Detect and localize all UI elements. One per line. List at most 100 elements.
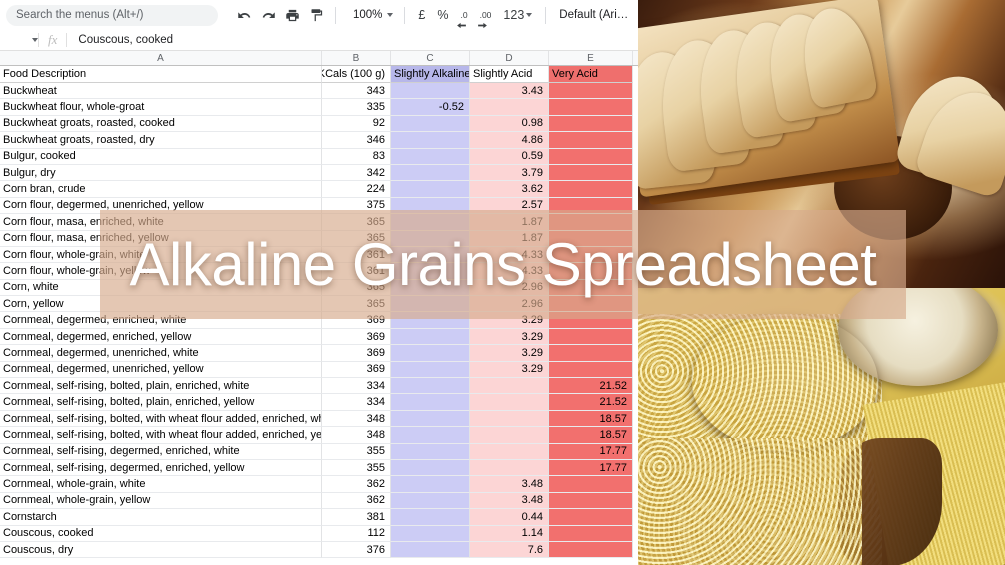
cell-kcals[interactable]: 355 xyxy=(322,459,391,477)
cell-slightly-acid[interactable]: 1.14 xyxy=(470,525,549,542)
cell-slightly-acid[interactable]: 0.98 xyxy=(470,115,549,133)
cell-food-description[interactable]: Cornmeal, self-rising, degermed, enriche… xyxy=(0,459,322,477)
cell-slightly-acid[interactable]: 7.6 xyxy=(470,541,549,559)
header-kcals[interactable]: KCals (100 g) xyxy=(322,66,391,83)
cell-slightly-alkaline[interactable] xyxy=(391,328,470,346)
cell-slightly-alkaline[interactable] xyxy=(391,492,470,510)
cell-food-description[interactable]: Buckwheat groats, roasted, cooked xyxy=(0,115,322,133)
cell-kcals[interactable]: 369 xyxy=(322,361,391,379)
cell-food-description[interactable]: Buckwheat flour, whole-groat xyxy=(0,99,322,116)
paint-format-icon[interactable] xyxy=(305,4,327,26)
cell-slightly-acid[interactable] xyxy=(470,410,549,428)
cell-slightly-alkaline[interactable] xyxy=(391,459,470,477)
cell-food-description[interactable]: Cornmeal, whole-grain, white xyxy=(0,476,322,493)
cell-slightly-alkaline[interactable] xyxy=(391,378,470,395)
cell-kcals[interactable]: 83 xyxy=(322,148,391,165)
cell-slightly-acid[interactable] xyxy=(470,443,549,460)
function-icon[interactable]: fx xyxy=(48,32,57,48)
cell-very-acid[interactable] xyxy=(549,181,633,198)
cell-slightly-alkaline[interactable] xyxy=(391,427,470,444)
cell-slightly-acid[interactable]: 0.59 xyxy=(470,148,549,165)
cell-kcals[interactable]: 369 xyxy=(322,328,391,346)
cell-very-acid[interactable]: 18.57 xyxy=(549,410,633,428)
percent-format-button[interactable]: % xyxy=(431,8,454,22)
cell-food-description[interactable]: Bulgur, cooked xyxy=(0,148,322,165)
cell-food-description[interactable]: Cornstarch xyxy=(0,509,322,526)
cell-slightly-alkaline[interactable] xyxy=(391,509,470,526)
column-header-b[interactable]: B xyxy=(322,51,391,65)
cell-food-description[interactable]: Cornmeal, self-rising, bolted, with whea… xyxy=(0,410,322,428)
cell-very-acid[interactable]: 17.77 xyxy=(549,459,633,477)
cell-food-description[interactable]: Cornmeal, self-rising, bolted, plain, en… xyxy=(0,394,322,411)
cell-slightly-alkaline[interactable] xyxy=(391,148,470,165)
redo-icon[interactable] xyxy=(257,4,279,26)
cell-slightly-acid[interactable]: 3.48 xyxy=(470,492,549,510)
cell-slightly-acid[interactable]: 3.29 xyxy=(470,328,549,346)
cell-very-acid[interactable]: 17.77 xyxy=(549,443,633,460)
cell-very-acid[interactable]: 21.52 xyxy=(549,394,633,411)
header-food-description[interactable]: Food Description xyxy=(0,66,322,83)
cell-very-acid[interactable] xyxy=(549,541,633,559)
cell-slightly-acid[interactable] xyxy=(470,99,549,116)
cell-very-acid[interactable]: 21.52 xyxy=(549,378,633,395)
cell-slightly-acid[interactable] xyxy=(470,378,549,395)
cell-food-description[interactable]: Cornmeal, degermed, enriched, yellow xyxy=(0,328,322,346)
cell-very-acid[interactable] xyxy=(549,83,633,100)
cell-food-description[interactable]: Buckwheat groats, roasted, dry xyxy=(0,132,322,149)
cell-slightly-alkaline[interactable] xyxy=(391,345,470,362)
cell-slightly-alkaline[interactable] xyxy=(391,541,470,559)
cell-food-description[interactable]: Cornmeal, degermed, unenriched, white xyxy=(0,345,322,362)
cell-very-acid[interactable] xyxy=(549,476,633,493)
cell-very-acid[interactable] xyxy=(549,509,633,526)
search-input[interactable]: Search the menus (Alt+/) xyxy=(6,4,218,26)
cell-kcals[interactable]: 342 xyxy=(322,164,391,182)
cell-slightly-alkaline[interactable] xyxy=(391,83,470,100)
column-header-e[interactable]: E xyxy=(549,51,633,65)
cell-very-acid[interactable] xyxy=(549,345,633,362)
cell-slightly-acid[interactable]: 4.86 xyxy=(470,132,549,149)
cell-very-acid[interactable] xyxy=(549,328,633,346)
cell-food-description[interactable]: Cornmeal, degermed, unenriched, yellow xyxy=(0,361,322,379)
cell-kcals[interactable]: 92 xyxy=(322,115,391,133)
cell-kcals[interactable]: 362 xyxy=(322,492,391,510)
cell-very-acid[interactable] xyxy=(549,99,633,116)
formula-input[interactable]: Couscous, cooked xyxy=(78,34,173,46)
cell-slightly-alkaline[interactable] xyxy=(391,115,470,133)
cell-slightly-acid[interactable]: 3.62 xyxy=(470,181,549,198)
cell-kcals[interactable]: 224 xyxy=(322,181,391,198)
cell-slightly-alkaline[interactable] xyxy=(391,394,470,411)
header-slightly-acid[interactable]: Slightly Acid xyxy=(470,66,549,83)
cell-slightly-alkaline[interactable] xyxy=(391,410,470,428)
cell-slightly-alkaline[interactable] xyxy=(391,443,470,460)
cell-slightly-acid[interactable] xyxy=(470,394,549,411)
cell-slightly-acid[interactable] xyxy=(470,427,549,444)
cell-food-description[interactable]: Cornmeal, self-rising, degermed, enriche… xyxy=(0,443,322,460)
font-family-selector[interactable]: Default (Ari… xyxy=(553,9,638,21)
cell-slightly-alkaline[interactable] xyxy=(391,361,470,379)
cell-kcals[interactable]: 355 xyxy=(322,443,391,460)
cell-food-description[interactable]: Cornmeal, self-rising, bolted, plain, en… xyxy=(0,378,322,395)
print-icon[interactable] xyxy=(281,4,303,26)
cell-kcals[interactable]: 343 xyxy=(322,83,391,100)
cell-slightly-alkaline[interactable] xyxy=(391,164,470,182)
cell-kcals[interactable]: 381 xyxy=(322,509,391,526)
column-header-a[interactable]: A xyxy=(0,51,322,65)
cell-food-description[interactable]: Buckwheat xyxy=(0,83,322,100)
column-header-c[interactable]: C xyxy=(391,51,470,65)
cell-very-acid[interactable] xyxy=(549,492,633,510)
decrease-decimal-button[interactable]: .0 xyxy=(455,10,474,29)
cell-kcals[interactable]: 376 xyxy=(322,541,391,559)
cell-very-acid[interactable] xyxy=(549,525,633,542)
header-slightly-alkaline[interactable]: Slightly Alkaline xyxy=(391,66,470,83)
cell-kcals[interactable]: 362 xyxy=(322,476,391,493)
currency-format-button[interactable]: £ xyxy=(412,8,431,22)
cell-slightly-alkaline[interactable] xyxy=(391,181,470,198)
cell-slightly-acid[interactable]: 0.44 xyxy=(470,509,549,526)
cell-kcals[interactable]: 334 xyxy=(322,394,391,411)
header-very-acid[interactable]: Very Acid xyxy=(549,66,633,83)
increase-decimal-button[interactable]: .00 xyxy=(474,10,498,29)
cell-very-acid[interactable] xyxy=(549,148,633,165)
cell-slightly-acid[interactable]: 3.43 xyxy=(470,83,549,100)
cell-very-acid[interactable] xyxy=(549,115,633,133)
cell-slightly-acid[interactable]: 3.29 xyxy=(470,345,549,362)
